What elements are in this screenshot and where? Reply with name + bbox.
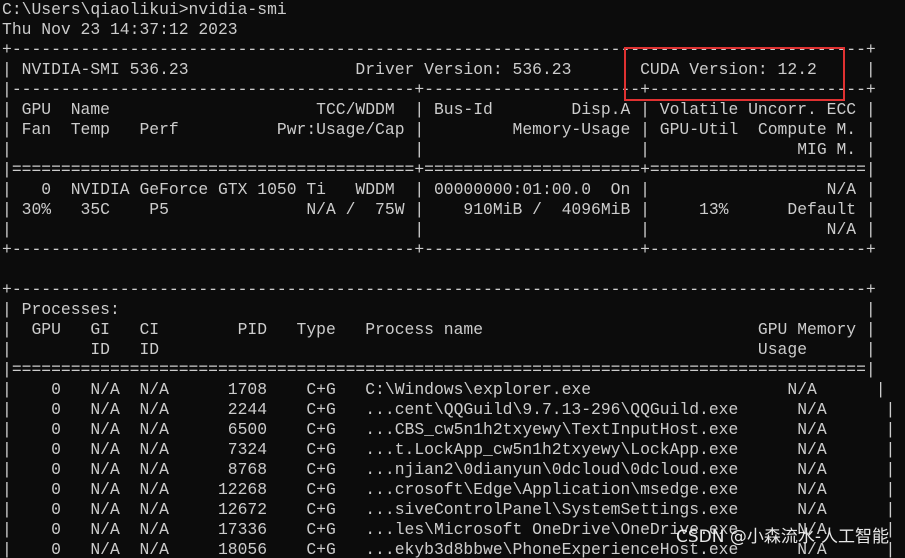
process-row: | 0 N/A N/A 1708 C+G C:\Windows\explorer… xyxy=(2,380,886,399)
timestamp-line: Thu Nov 23 14:37:12 2023 xyxy=(2,20,238,39)
version-header-line: | NVIDIA-SMI 536.23 Driver Version: 536.… xyxy=(2,60,876,79)
column-header-line-1: | GPU Name TCC/WDDM | Bus-Id Disp.A | Vo… xyxy=(2,100,876,119)
table-border-line: |=======================================… xyxy=(2,160,876,179)
process-row: | 0 N/A N/A 2244 C+G ...cent\QQGuild\9.7… xyxy=(2,400,896,419)
processes-title-line: | Processes: | xyxy=(2,300,876,319)
table-border-line: +---------------------------------------… xyxy=(2,240,876,259)
process-row: | 0 N/A N/A 6500 C+G ...CBS_cw5n1h2txyew… xyxy=(2,420,896,439)
column-header-line-2: | Fan Temp Perf Pwr:Usage/Cap | Memory-U… xyxy=(2,120,876,139)
processes-header-line-2: | ID ID Usage | xyxy=(2,340,876,359)
process-row: | 0 N/A N/A 8768 C+G ...njian2\0dianyun\… xyxy=(2,460,896,479)
column-header-line-3: | | | MIG M. | xyxy=(2,140,876,159)
gpu-row-line-1: | 0 NVIDIA GeForce GTX 1050 Ti WDDM | 00… xyxy=(2,180,876,199)
table-border-line: +---------------------------------------… xyxy=(2,40,876,59)
command-prompt-line: C:\Users\qiaolikui>nvidia-smi xyxy=(2,0,287,19)
gpu-row-line-2: | 30% 35C P5 N/A / 75W | 910MiB / 4096Mi… xyxy=(2,200,876,219)
process-row: | 0 N/A N/A 12672 C+G ...siveControlPane… xyxy=(2,500,896,519)
process-row: | 0 N/A N/A 12268 C+G ...crosoft\Edge\Ap… xyxy=(2,480,896,499)
csdn-watermark: CSDN @小森流水-人工智能 xyxy=(675,527,889,547)
table-border-line: |=======================================… xyxy=(2,360,876,379)
terminal-window[interactable]: C:\Users\qiaolikui>nvidia-smi Thu Nov 23 … xyxy=(0,0,905,558)
table-border-line: |---------------------------------------… xyxy=(2,80,876,99)
gpu-row-line-3: | | | N/A | xyxy=(2,220,876,239)
table-border-line: +---------------------------------------… xyxy=(2,280,876,299)
processes-header-line-1: | GPU GI CI PID Type Process name GPU Me… xyxy=(2,320,876,339)
process-row: | 0 N/A N/A 7324 C+G ...t.LockApp_cw5n1h… xyxy=(2,440,896,459)
